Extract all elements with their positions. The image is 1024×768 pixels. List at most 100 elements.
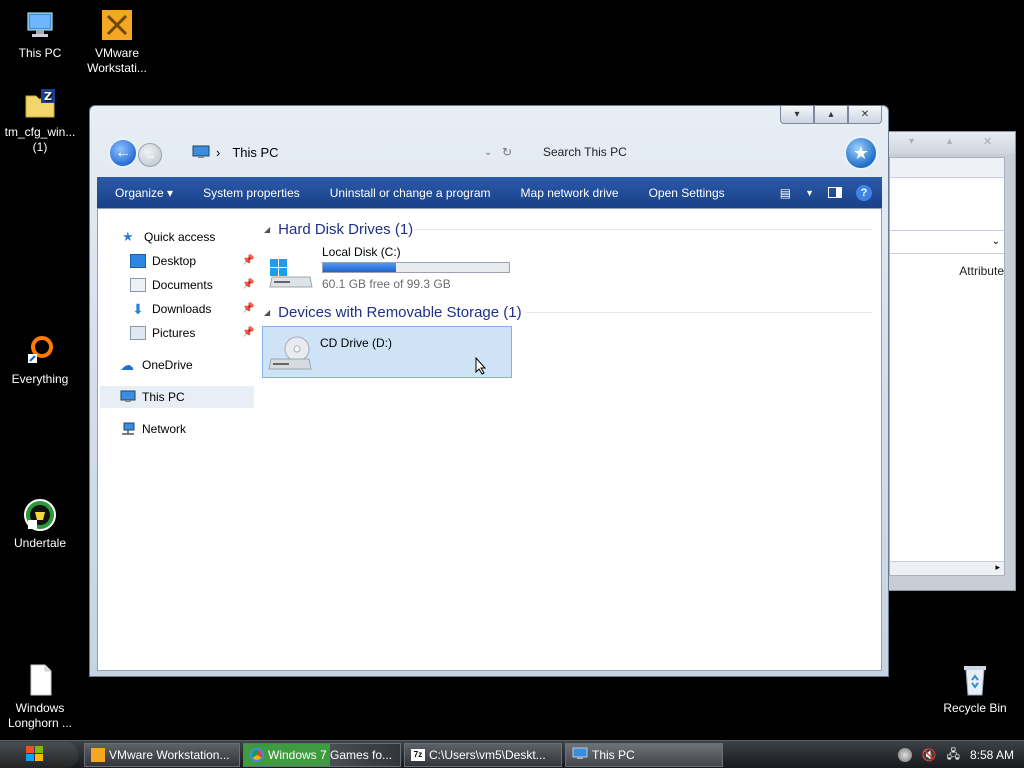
map-network-drive-button[interactable]: Map network drive [506,186,634,200]
desktop-icon-label: VMware Workstati... [87,46,147,75]
drive-item-d[interactable]: CD Drive (D:) [262,326,512,378]
address-bar[interactable]: › This PC ⌄ ↻ [192,141,522,163]
back-button[interactable]: ← [108,138,138,168]
volume-muted-icon[interactable]: 🔇 [922,748,937,762]
taskbar-item-label: Windows 7 Games fo... [268,748,393,762]
close-icon[interactable]: ✕ [983,135,992,148]
tray-app-icon[interactable] [897,748,912,762]
clock[interactable]: 8:58 AM [970,748,1014,762]
drive-name: Local Disk (C:) [322,245,401,259]
background-window-titlebar[interactable]: ▾ ▴ ✕ [889,132,1015,154]
explorer-window[interactable]: ▾ ▴ ✕ ← → › This PC ⌄ ↻ Search This PC ★… [89,105,889,677]
desktop-icon-windows-longhorn[interactable]: Windows Longhorn ... [0,663,80,731]
network-tray-icon[interactable]: 🖧 [947,745,960,766]
taskbar-item-label: This PC [592,748,635,762]
minimize-icon[interactable]: ▾ [909,136,914,147]
pin-icon[interactable]: 📌 [242,327,254,338]
computer-icon [192,145,210,159]
background-window[interactable]: ▾ ▴ ✕ ⌄ Attribute ▸ [888,131,1016,591]
uninstall-program-button[interactable]: Uninstall or change a program [315,186,506,200]
taskbar-item-this-pc[interactable]: This PC [565,743,723,767]
maximize-icon[interactable]: ▴ [947,136,952,147]
breadcrumb-chevron-icon[interactable]: › [216,145,220,160]
svg-text:Z: Z [44,90,52,103]
navigation-pane: ★ Quick access Desktop 📌 Documents 📌 ⬇ D… [98,209,258,670]
desktop-icon-vmware[interactable]: VMware Workstati... [77,8,157,76]
pin-icon[interactable]: 📌 [242,255,254,266]
file-area: ◢ Hard Disk Drives (1) Local Disk (C:) 6… [262,209,881,670]
network-icon [120,422,136,436]
nav-label: Documents [152,278,213,292]
drive-item-c[interactable]: Local Disk (C:) 60.1 GB free of 99.3 GB [268,245,518,293]
open-settings-button[interactable]: Open Settings [634,186,740,200]
zip-folder-icon: Z [23,87,57,121]
taskbar-item-vmware[interactable]: VMware Workstation... [84,743,240,767]
nav-label: Pictures [152,326,196,340]
nav-item-quick-access[interactable]: ★ Quick access [122,226,215,248]
search-input[interactable]: Search This PC [536,145,627,159]
desktop: This PC VMware Workstati... Z tm_cfg_win… [0,0,1024,740]
group-header-removable-storage[interactable]: ◢ Devices with Removable Storage (1) [264,302,522,322]
breadcrumb[interactable]: This PC [232,145,278,160]
pin-icon[interactable]: 📌 [242,303,254,314]
start-button[interactable] [0,742,78,768]
preview-pane-icon[interactable] [828,187,842,198]
collapse-triangle-icon[interactable]: ◢ [264,308,270,317]
horizontal-scrollbar[interactable]: ▸ [890,561,1004,575]
command-bar-right: ▤ ▼ ? [780,177,872,208]
drive-usage-bar [322,262,510,273]
group-header-hard-disk-drives[interactable]: ◢ Hard Disk Drives (1) [264,219,413,239]
cd-drive-icon [267,333,313,376]
taskbar-item-7zip[interactable]: 7z C:\Users\vm5\Deskt... [404,743,562,767]
nav-item-documents[interactable]: Documents [130,274,213,296]
desktop-icon-recycle-bin[interactable]: Recycle Bin [935,663,1015,716]
command-bar: Organize ▾ System properties Uninstall o… [97,177,882,208]
maximize-button[interactable]: ▴ [814,106,848,124]
nav-item-this-pc[interactable]: This PC [100,386,254,408]
nav-label: Quick access [144,230,216,244]
organize-button[interactable]: Organize ▾ [97,186,188,200]
desktop-icon-label: This PC [18,46,62,60]
address-dropdown-icon[interactable]: ⌄ [484,147,492,158]
arrow-right-icon: → [144,148,156,162]
desktop-icon-this-pc[interactable]: This PC [0,8,80,61]
taskbar-item-chrome[interactable]: Windows 7 Games fo... [243,743,401,767]
minimize-button[interactable]: ▾ [780,106,814,124]
nav-item-desktop[interactable]: Desktop [130,250,196,272]
desktop-icon-label: Undertale [13,536,67,550]
forward-button[interactable]: → [138,143,162,167]
system-tray: 🔇 🖧 8:58 AM [888,743,1024,767]
desktop-icon-label: tm_cfg_win... (1) [4,125,76,154]
desktop-icon-everything[interactable]: Everything [0,334,80,387]
vmware-icon [91,748,105,762]
pin-icon[interactable]: 📌 [242,279,254,290]
star-icon: ★ [122,229,134,244]
help-button[interactable]: ? [856,184,872,201]
nav-item-downloads[interactable]: ⬇ Downloads [130,298,211,320]
taskbar-item-label: C:\Users\vm5\Deskt... [429,748,546,762]
nav-item-network[interactable]: Network [120,418,186,440]
search-box[interactable]: Search This PC [536,141,736,163]
cloud-icon: ☁ [120,357,134,373]
desktop-icon-undertale[interactable]: Undertale [0,498,80,551]
desktop-icon-label: Recycle Bin [943,701,1007,715]
chevron-down-icon[interactable]: ▼ [805,188,814,198]
scroll-right-icon[interactable]: ▸ [995,562,1000,573]
chrome-icon [250,748,264,762]
chevron-down-icon: ⌄ [991,236,1000,247]
system-properties-button[interactable]: System properties [188,186,315,200]
refresh-icon[interactable]: ↻ [502,145,512,159]
favorites-star-icon[interactable]: ★ [844,136,878,170]
close-button[interactable]: ✕ [848,106,882,124]
nav-item-pictures[interactable]: Pictures [130,322,195,344]
taskbar: VMware Workstation... Windows 7 Games fo… [0,740,1024,768]
computer-icon [120,390,136,404]
computer-icon [23,8,57,42]
view-options-icon[interactable]: ▤ [780,186,791,200]
collapse-triangle-icon[interactable]: ◢ [264,225,270,234]
background-window-dropdown[interactable]: ⌄ [890,230,1004,254]
windows-logo-icon [26,745,44,765]
desktop-icon-tm-cfg[interactable]: Z tm_cfg_win... (1) [0,87,80,155]
nav-item-onedrive[interactable]: ☁ OneDrive [120,354,193,376]
column-header-attribute[interactable]: Attribute [959,264,1004,278]
